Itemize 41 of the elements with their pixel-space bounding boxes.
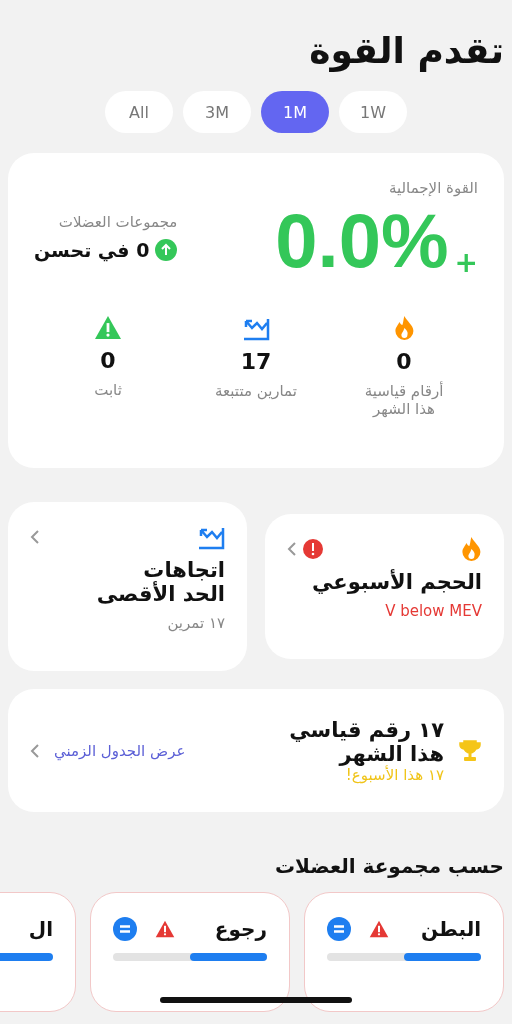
- period-tab[interactable]: 1W: [339, 91, 407, 133]
- period-tab[interactable]: 1M: [261, 91, 329, 133]
- equal-icon: [327, 917, 351, 941]
- muscle-name: رجوع: [214, 917, 267, 941]
- warning-icon: [94, 315, 122, 341]
- stat-label: ثابت: [94, 381, 122, 400]
- timeline-link[interactable]: عرض الجدول الزمني: [54, 741, 186, 760]
- card-title: الحجم الأسبوعي: [311, 570, 482, 594]
- records-note: ١٧ هذا الأسبوع!: [345, 765, 444, 784]
- flame-icon: [461, 536, 482, 562]
- stat-value: 0: [396, 349, 412, 374]
- stat-label: تمارين متتبعة: [215, 382, 297, 400]
- trophy-icon: [458, 738, 482, 763]
- card-title: اتجاهات الحد الأقصى: [95, 558, 225, 606]
- page-title: تقدم القوة: [308, 30, 504, 71]
- records-title: ١٧ رقم قياسي هذا الشهر: [289, 717, 444, 766]
- period-tab[interactable]: All: [105, 91, 173, 133]
- section-title: حسب مجموعة العضلات: [273, 854, 504, 878]
- overall-value: 0.0%: [275, 203, 449, 279]
- period-tab[interactable]: 3M: [183, 91, 251, 133]
- card-note: V below MEV: [384, 602, 482, 620]
- flame-icon: [393, 315, 415, 341]
- improving-count: 0 في تحسن: [34, 239, 150, 261]
- stat-value: 17: [240, 349, 272, 374]
- summary-card[interactable]: اتجاهات الحد الأقصى ١٧ تمرين: [8, 502, 247, 671]
- equal-icon: [113, 917, 137, 941]
- stat-label: أرقام قياسية هذا الشهر: [364, 382, 444, 418]
- arrow-up-icon: [155, 239, 178, 261]
- muscle-name: ال: [28, 917, 53, 941]
- records-card[interactable]: ١٧ رقم قياسي هذا الشهر ١٧ هذا الأسبوع! عرض الجدول الزمني: [8, 689, 504, 812]
- card-note: ١٧ تمرين: [166, 614, 225, 632]
- chevron-icon[interactable]: [30, 529, 40, 545]
- overall-label: القوة الإجمالية: [388, 179, 478, 197]
- muscle-groups-label: مجموعات العضلات: [58, 213, 178, 231]
- chevron-icon[interactable]: [30, 742, 40, 759]
- stat-value: 0: [100, 348, 116, 374]
- chevron-icon[interactable]: [287, 541, 297, 557]
- muscle-card[interactable]: البطن: [304, 892, 504, 1012]
- muscle-card[interactable]: رجوع: [90, 892, 290, 1012]
- muscle-name: البطن: [421, 917, 481, 941]
- sign: +: [454, 246, 478, 279]
